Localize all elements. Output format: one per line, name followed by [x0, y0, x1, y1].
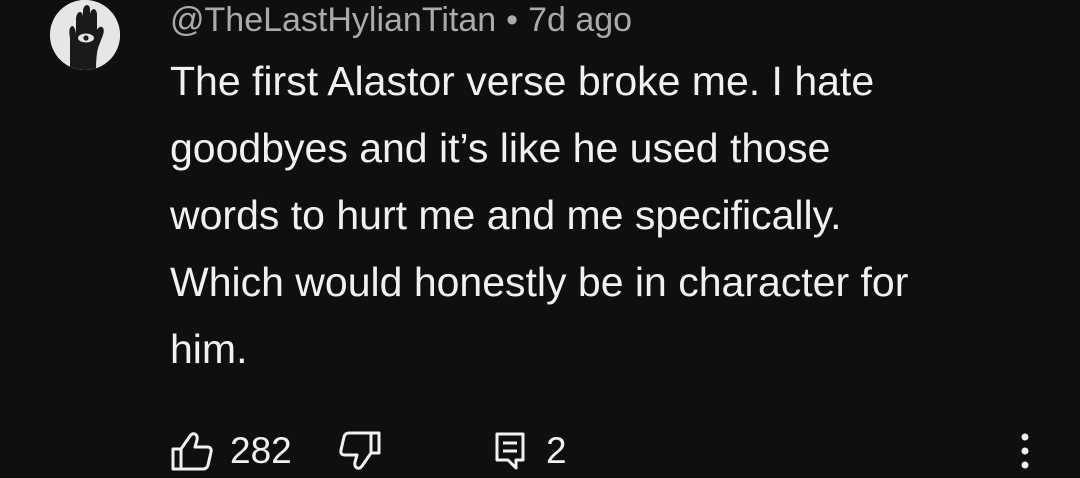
- dislike-button[interactable]: [338, 425, 382, 477]
- reply-comment-icon: [495, 432, 525, 470]
- thumbs-up-icon: [171, 432, 213, 471]
- eye-in-hand-icon: [50, 0, 120, 70]
- comment-text-line: Which would honestly be in character for: [170, 259, 909, 305]
- thumbs-down-icon: [339, 431, 381, 470]
- like-button[interactable]: 282: [170, 425, 292, 477]
- more-options-button[interactable]: [1010, 425, 1040, 477]
- avatar[interactable]: [50, 0, 120, 70]
- comment-text-line: goodbyes and it’s like he used those: [170, 125, 831, 171]
- comment-actions: 282 2: [170, 425, 1060, 477]
- reply-button[interactable]: 2: [494, 425, 567, 477]
- comment-item: @TheLastHylianTitan • 7d ago The first A…: [0, 0, 1080, 478]
- like-count: 282: [230, 430, 292, 471]
- reply-count: 2: [546, 430, 567, 471]
- comment-timestamp[interactable]: 7d ago: [528, 1, 632, 40]
- comment-text-line: him.: [170, 326, 248, 372]
- comment-text-line: The first Alastor verse broke me. I hate: [170, 58, 875, 104]
- comment-text: The first Alastor verse broke me. I hate…: [170, 48, 1030, 383]
- comment-text-line: words to hurt me and me specifically.: [170, 192, 842, 238]
- author-name[interactable]: @TheLastHylianTitan: [170, 1, 496, 40]
- comment-header: @TheLastHylianTitan • 7d ago: [170, 0, 632, 40]
- more-vertical-icon: [1021, 433, 1029, 469]
- meta-separator: •: [506, 0, 519, 39]
